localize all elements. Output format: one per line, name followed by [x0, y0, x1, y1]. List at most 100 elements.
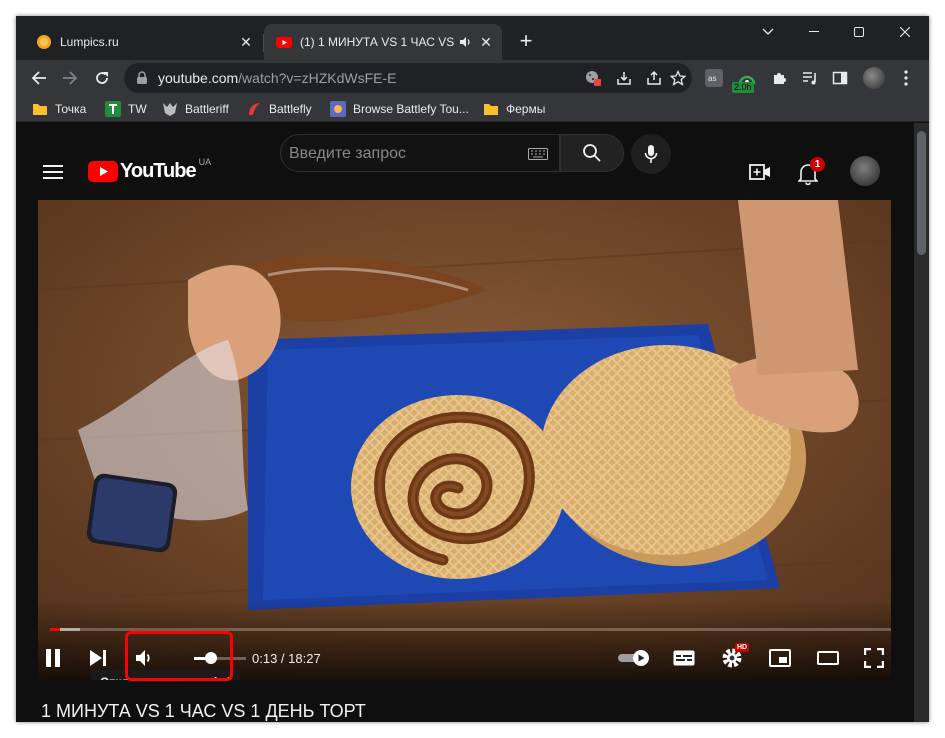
browser-toolbar: youtube.com/watch?v=zHZKdWsFE-E as 2.0h	[16, 60, 929, 96]
bookmark-label: Battlefly	[269, 102, 312, 116]
avatar[interactable]	[850, 156, 880, 186]
forward-button[interactable]	[56, 64, 84, 92]
lock-icon	[137, 71, 147, 84]
bookmark-battlefy[interactable]: Browse Battlefy Tou...	[330, 100, 469, 118]
voice-search-button[interactable]	[631, 134, 671, 174]
close-window-button[interactable]	[882, 16, 928, 48]
bookmark-battlefly[interactable]: Battlefly	[246, 100, 312, 118]
chevron-down-icon	[762, 28, 774, 35]
youtube-logo[interactable]: YouTube UA	[88, 157, 212, 182]
install-app-icon[interactable]	[616, 70, 632, 86]
url-text: youtube.com/watch?v=zHZKdWsFE-E	[158, 70, 397, 86]
tab-lumpics[interactable]: Lumpics.ru ✕	[24, 24, 262, 60]
autoplay-toggle[interactable]	[613, 640, 657, 676]
hd-badge: HD	[735, 643, 750, 652]
search-input[interactable]: Введите запрос	[280, 134, 560, 172]
bookmarks-bar: Точка TW Battleriff Battlefly Browse Bat…	[16, 96, 929, 122]
extensions-button[interactable]	[766, 64, 794, 92]
keyboard-icon[interactable]	[528, 148, 548, 160]
youtube-logo-text: YouTube	[120, 159, 197, 182]
youtube-favicon-icon	[276, 37, 292, 48]
tab-title: Lumpics.ru	[60, 35, 119, 49]
timer-extension-button[interactable]: 2.0h	[730, 64, 764, 93]
create-video-icon[interactable]	[749, 163, 771, 181]
side-panel-icon	[832, 71, 848, 85]
close-tab-icon[interactable]: ✕	[238, 34, 254, 50]
bookmark-label: Фермы	[506, 102, 546, 116]
region-code: UA	[198, 157, 212, 167]
video-title: 1 МИНУТА VS 1 ЧАС VS 1 ДЕНЬ ТОРТ	[41, 701, 366, 721]
highlight-box	[125, 631, 233, 681]
pause-button[interactable]	[38, 640, 71, 676]
new-tab-button[interactable]: +	[514, 30, 538, 54]
svg-text:as: as	[708, 74, 716, 83]
tab-youtube[interactable]: (1) 1 МИНУТА VS 1 ЧАС VS ✕	[264, 24, 502, 60]
bookmark-label: Battleriff	[185, 102, 229, 116]
scrollbar-thumb[interactable]	[917, 131, 926, 255]
extension-badge: 2.0h	[732, 82, 754, 93]
page-scrollbar[interactable]	[914, 123, 929, 722]
tab-search-button[interactable]	[745, 16, 791, 48]
folder-icon	[33, 104, 47, 115]
miniplayer-icon	[769, 649, 791, 667]
lumpics-favicon-icon	[37, 35, 51, 49]
arrow-left-icon	[31, 71, 46, 85]
battlefly-icon	[249, 103, 260, 115]
time-display: 0:13 / 18:27	[252, 651, 321, 666]
microphone-icon	[644, 145, 658, 163]
url-path: /watch?v=zHZKdWsFE-E	[238, 70, 397, 86]
reload-button[interactable]	[88, 64, 116, 92]
bookmark-battleriff[interactable]: Battleriff	[162, 100, 229, 118]
battleriff-icon	[163, 103, 177, 116]
miniplayer-button[interactable]	[762, 640, 798, 676]
search-button[interactable]	[560, 134, 624, 172]
media-control-button[interactable]	[796, 64, 824, 92]
browser-menu-button[interactable]	[892, 64, 920, 92]
audio-playing-icon[interactable]	[458, 35, 472, 49]
bookmark-label: Точка	[55, 102, 87, 116]
battlefy-icon	[330, 101, 346, 117]
bookmark-label: TW	[128, 102, 147, 116]
fullscreen-icon	[864, 648, 884, 668]
profile-button[interactable]	[860, 64, 888, 92]
youtube-play-logo-icon	[88, 160, 118, 182]
cookies-blocked-icon[interactable]	[584, 69, 602, 87]
more-vertical-icon	[904, 70, 908, 86]
fullscreen-button[interactable]	[856, 640, 891, 676]
video-player[interactable]: 0:13 / 18:27 Отключение звука (m) HD	[38, 200, 891, 680]
avatar	[863, 67, 885, 89]
playlist-music-icon	[803, 72, 816, 85]
maximize-button[interactable]	[836, 16, 882, 48]
settings-button[interactable]: HD	[714, 640, 750, 676]
arrow-right-icon	[63, 71, 78, 85]
lastfm-icon: as	[705, 69, 723, 87]
theater-mode-button[interactable]	[810, 640, 846, 676]
bookmark-star-icon[interactable]	[670, 70, 686, 86]
address-bar[interactable]: youtube.com/watch?v=zHZKdWsFE-E	[124, 63, 692, 93]
notification-count-badge: 1	[810, 157, 825, 172]
theater-mode-icon	[817, 651, 839, 665]
back-button[interactable]	[25, 64, 53, 92]
youtube-page: YouTube UA Введите запрос 1 0:13 / 18:27…	[16, 123, 929, 722]
maximize-icon	[854, 27, 864, 37]
notifications-button[interactable]: 1	[796, 157, 825, 187]
tab-title: (1) 1 МИНУТА VS 1 ЧАС VS	[300, 35, 455, 49]
bookmark-label: Browse Battlefy Tou...	[353, 102, 469, 116]
subtitles-icon	[673, 650, 695, 666]
skip-next-icon	[90, 650, 106, 666]
reload-icon	[96, 72, 108, 84]
puzzle-icon	[774, 73, 786, 84]
share-icon[interactable]	[646, 70, 662, 86]
minimize-button[interactable]	[791, 16, 837, 48]
autoplay-toggle-icon	[618, 650, 649, 666]
hamburger-menu-icon[interactable]	[43, 164, 63, 180]
url-host: youtube.com	[158, 70, 239, 86]
side-panel-button[interactable]	[826, 64, 854, 92]
bookmark-fermy[interactable]: Фермы	[483, 100, 545, 118]
bookmark-tw[interactable]: TW	[105, 100, 147, 118]
folder-icon	[484, 104, 498, 115]
subtitles-button[interactable]	[666, 640, 702, 676]
lastfm-extension-button[interactable]: as	[700, 64, 728, 92]
bookmark-tochka[interactable]: Точка	[32, 100, 86, 118]
close-tab-icon[interactable]: ✕	[478, 34, 494, 50]
